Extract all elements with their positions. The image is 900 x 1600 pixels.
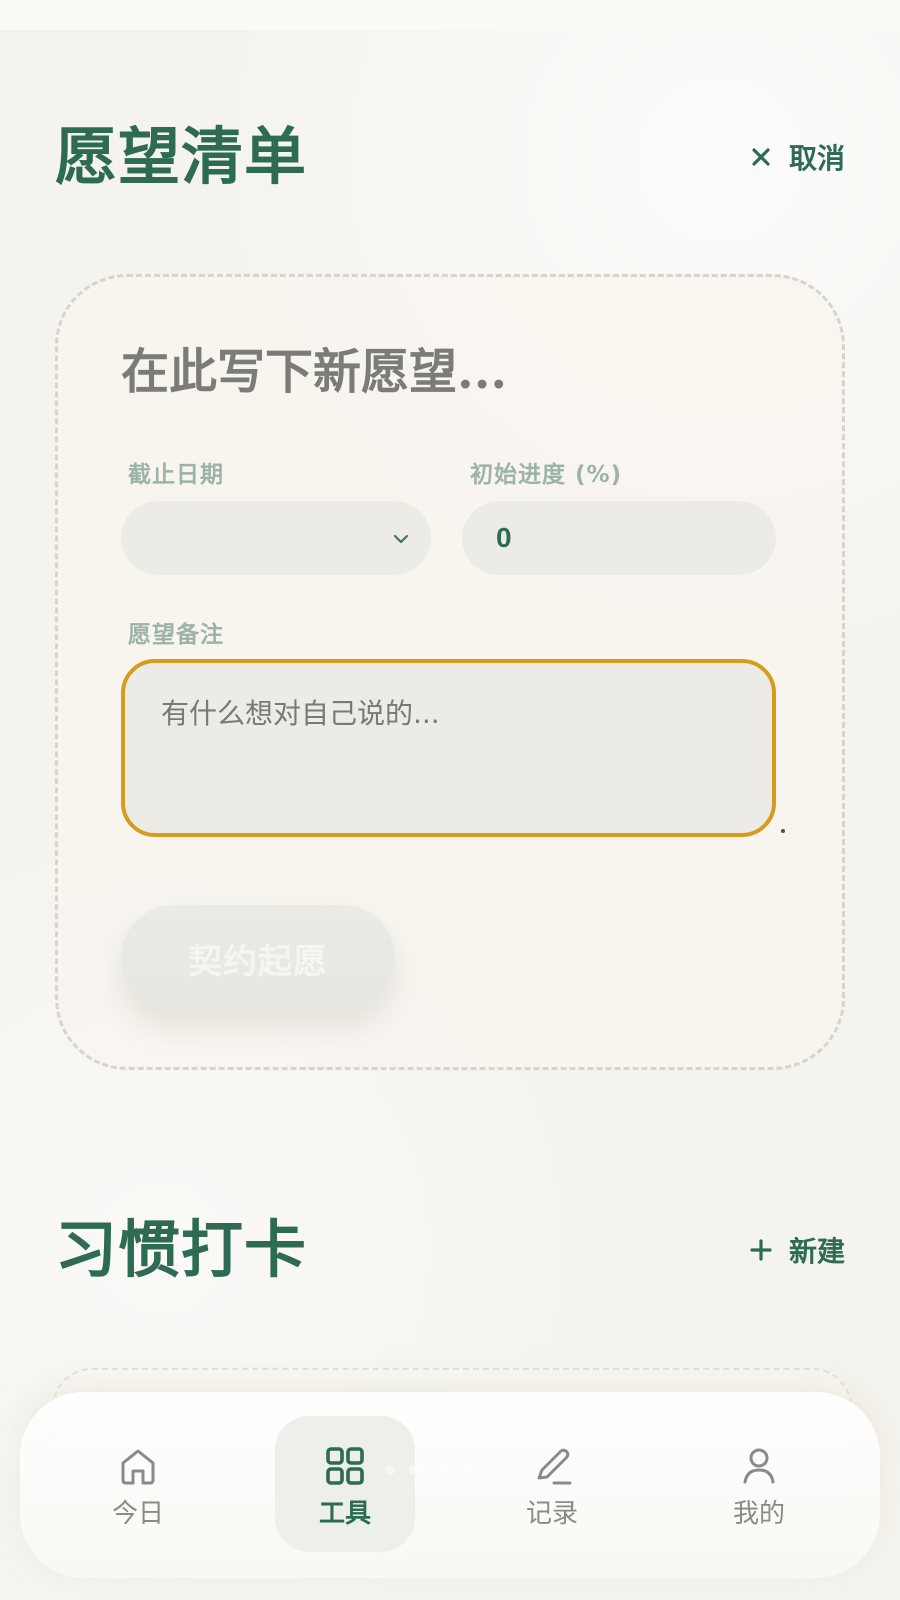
deadline-select[interactable] — [121, 501, 431, 575]
cancel-button[interactable]: 取消 — [747, 137, 845, 177]
faint-dot — [433, 1465, 443, 1475]
wish-list-header: 愿望清单 取消 — [55, 112, 845, 202]
app-screen: 愿望清单 取消 截止日期 初始进度 (%) 愿望备注 契约起愿 — [0, 0, 900, 1600]
deadline-label: 截止日期 — [128, 462, 224, 488]
new-habit-label: 新建 — [788, 1235, 845, 1268]
plus-icon — [747, 1236, 775, 1264]
close-icon — [747, 143, 775, 171]
user-icon — [743, 1448, 775, 1484]
nav-label-tools: 工具 — [318, 1499, 371, 1529]
top-status-area — [0, 0, 900, 30]
make-wish-button[interactable]: 契约起愿 — [121, 905, 395, 1011]
initial-progress-label: 初始进度 (%) — [470, 462, 623, 488]
nav-item-today[interactable]: 今日 — [68, 1416, 208, 1552]
habit-checkin-title: 习惯打卡 — [55, 1213, 308, 1286]
nav-label-profile: 我的 — [732, 1499, 785, 1529]
bottom-navigation: 今日 工具 记录 我的 — [20, 1392, 880, 1578]
new-habit-button[interactable]: 新建 — [747, 1230, 845, 1270]
habit-checkin-header: 习惯打卡 新建 — [55, 1205, 845, 1295]
textarea-resize-handle[interactable] — [781, 829, 785, 833]
wish-list-title: 愿望清单 — [55, 120, 308, 193]
new-wish-form-card: 截止日期 初始进度 (%) 愿望备注 契约起愿 — [55, 274, 845, 1070]
wish-notes-textarea[interactable] — [121, 659, 776, 837]
faint-dot — [385, 1465, 395, 1475]
nav-label-records: 记录 — [525, 1499, 578, 1529]
home-icon — [121, 1449, 155, 1485]
cancel-label: 取消 — [788, 142, 845, 175]
faint-dot — [457, 1465, 467, 1475]
nav-item-records[interactable]: 记录 — [482, 1416, 622, 1552]
faint-dot — [409, 1465, 419, 1475]
faint-dots — [385, 1465, 515, 1475]
pencil-icon — [537, 1448, 572, 1485]
chevron-down-icon — [391, 529, 411, 549]
initial-progress-input[interactable] — [462, 501, 776, 575]
nav-item-profile[interactable]: 我的 — [689, 1416, 829, 1552]
nav-item-tools[interactable]: 工具 — [275, 1416, 415, 1552]
nav-label-today: 今日 — [111, 1499, 164, 1529]
new-wish-input[interactable] — [121, 339, 751, 405]
grid-icon — [326, 1447, 364, 1485]
wish-notes-label: 愿望备注 — [128, 622, 224, 648]
